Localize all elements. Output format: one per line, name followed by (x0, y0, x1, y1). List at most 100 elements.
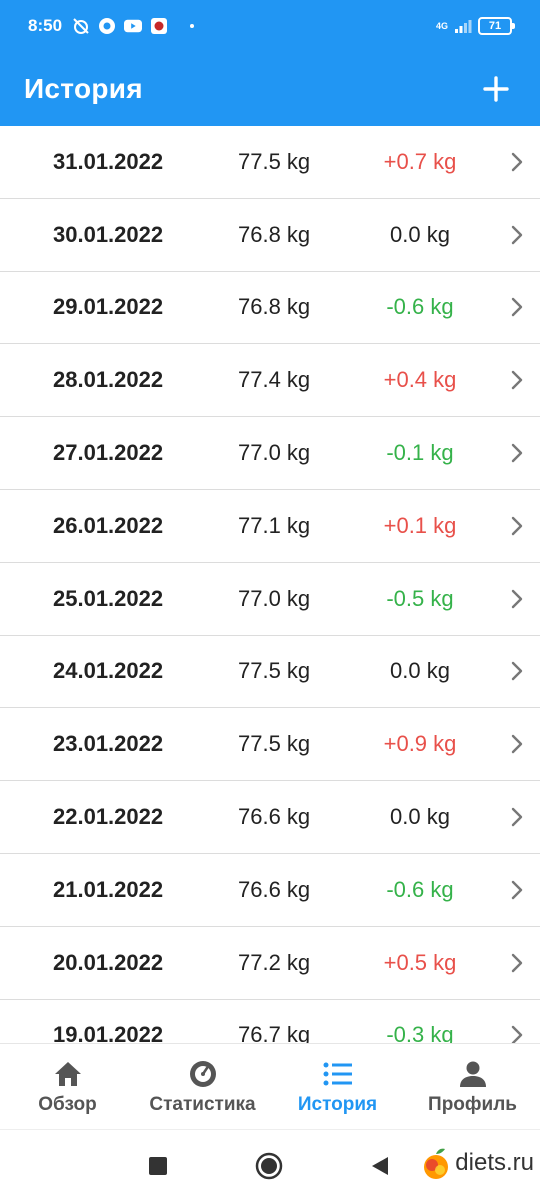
entry-weight: 77.2 kg (238, 949, 311, 975)
square-icon (149, 1157, 167, 1175)
home-icon (52, 1058, 84, 1090)
status-system-icons: 4G 71 (435, 17, 515, 35)
history-list[interactable]: 31.01.2022 77.5 kg +0.7 kg 30.01.2022 76.8 k… (0, 126, 540, 1043)
signal-icon (454, 17, 472, 35)
nav-profile[interactable]: Профиль (405, 1044, 540, 1129)
chevron-right-icon (511, 298, 523, 317)
status-time: 8:50 (28, 16, 63, 35)
home-button[interactable] (255, 1152, 283, 1180)
history-row[interactable]: 26.01.2022 77.1 kg +0.1 kg (0, 490, 540, 563)
plus-icon (483, 76, 509, 102)
add-entry-button[interactable] (476, 69, 516, 109)
entry-date: 31.01.2022 (53, 148, 164, 174)
entry-date: 30.01.2022 (53, 221, 164, 247)
history-row[interactable]: 30.01.2022 76.8 kg 0.0 kg (0, 199, 540, 272)
entry-change: -0.6 kg (386, 294, 454, 320)
chevron-right-icon (511, 589, 523, 608)
more-notifications-dot (190, 24, 195, 28)
entry-change: +0.4 kg (383, 367, 457, 393)
status-notification-icons (72, 17, 195, 35)
list-icon (322, 1058, 354, 1090)
entry-weight: 77.5 kg (238, 658, 311, 684)
chevron-right-icon (511, 152, 523, 172)
history-row[interactable]: 22.01.2022 76.6 kg 0.0 kg (0, 781, 540, 854)
entry-change: -0.5 kg (386, 585, 454, 611)
entry-weight: 76.8 kg (238, 294, 311, 320)
entry-date: 23.01.2022 (53, 731, 164, 757)
entry-change: +0.7 kg (383, 148, 457, 174)
chevron-right-icon (511, 880, 523, 900)
battery-indicator: 71 (478, 17, 515, 35)
entry-date: 25.01.2022 (53, 585, 164, 611)
top-header: 8:50 4G 71 История (0, 0, 540, 126)
history-row[interactable]: 27.01.2022 77.0 kg -0.1 kg (0, 417, 540, 490)
system-navigation-bar: diets.ru (0, 1129, 540, 1200)
entry-weight: 76.8 kg (238, 221, 311, 247)
history-row[interactable]: 19.01.2022 76.7 kg -0.3 kg (0, 1000, 540, 1043)
person-icon (457, 1058, 489, 1090)
entry-date: 24.01.2022 (53, 658, 164, 684)
recent-apps-button[interactable] (144, 1152, 172, 1180)
entry-date: 29.01.2022 (53, 294, 164, 320)
history-row[interactable]: 25.01.2022 77.0 kg -0.5 kg (0, 563, 540, 636)
nav-history-label: История (297, 1093, 378, 1115)
entry-weight: 77.4 kg (238, 367, 311, 393)
entry-change: -0.3 kg (386, 1022, 454, 1043)
history-row[interactable]: 28.01.2022 77.4 kg +0.4 kg (0, 344, 540, 418)
app-bar: История (0, 52, 540, 126)
entry-weight: 77.0 kg (238, 440, 311, 466)
chevron-right-icon (511, 807, 523, 827)
history-row[interactable]: 31.01.2022 77.5 kg +0.7 kg (0, 126, 540, 199)
chevron-right-icon (511, 1026, 523, 1043)
chevron-right-icon (511, 443, 523, 463)
status-bar: 8:50 4G 71 (0, 0, 540, 52)
chevron-right-icon (511, 735, 523, 754)
chevron-right-icon (511, 953, 523, 972)
history-row[interactable]: 24.01.2022 77.5 kg 0.0 kg (0, 636, 540, 709)
network-type: 4G (435, 20, 448, 31)
entry-date: 19.01.2022 (53, 1022, 164, 1043)
entry-date: 26.01.2022 (53, 512, 164, 538)
nav-statistics[interactable]: Статистика (135, 1044, 270, 1129)
entry-change: +0.5 kg (383, 949, 457, 975)
watermark: diets.ru (421, 1146, 534, 1180)
app-notification-icon (150, 17, 168, 35)
entry-weight: 77.5 kg (238, 148, 311, 174)
entry-weight: 76.6 kg (238, 804, 311, 830)
chevron-right-icon (511, 662, 523, 681)
alarm-off-icon (72, 17, 90, 35)
entry-weight: 77.1 kg (238, 512, 311, 538)
entry-date: 28.01.2022 (53, 367, 164, 393)
youtube-icon (124, 17, 143, 35)
nav-overview-label: Обзор (38, 1093, 97, 1115)
circle-icon (255, 1152, 283, 1180)
nav-profile-label: Профиль (428, 1093, 517, 1115)
page-title: История (24, 73, 143, 104)
entry-change: 0.0 kg (390, 658, 450, 684)
fruit-logo-icon (424, 1148, 449, 1179)
entry-weight: 77.5 kg (238, 731, 311, 757)
entry-date: 22.01.2022 (53, 804, 164, 830)
chevron-right-icon (511, 371, 523, 390)
entry-change: 0.0 kg (390, 221, 450, 247)
history-row[interactable]: 21.01.2022 76.6 kg -0.6 kg (0, 854, 540, 927)
chrome-icon (98, 17, 116, 35)
chevron-right-icon (511, 516, 523, 536)
entry-change: -0.1 kg (386, 440, 454, 466)
entry-weight: 76.6 kg (238, 876, 311, 902)
entry-date: 21.01.2022 (53, 876, 164, 902)
nav-history[interactable]: История (270, 1044, 405, 1129)
entry-change: -0.6 kg (386, 876, 454, 902)
entry-date: 27.01.2022 (53, 440, 164, 466)
entry-weight: 77.0 kg (238, 585, 311, 611)
history-row[interactable]: 29.01.2022 76.8 kg -0.6 kg (0, 272, 540, 345)
history-row[interactable]: 20.01.2022 77.2 kg +0.5 kg (0, 927, 540, 1000)
history-row[interactable]: 23.01.2022 77.5 kg +0.9 kg (0, 708, 540, 782)
nav-overview[interactable]: Обзор (0, 1044, 135, 1129)
chevron-right-icon (511, 225, 523, 244)
back-button[interactable] (366, 1152, 394, 1180)
bottom-navigation: Обзор Статистика История Профиль (0, 1043, 540, 1129)
entry-change: +0.1 kg (383, 512, 457, 538)
scale-icon (187, 1058, 219, 1090)
entry-change: +0.9 kg (383, 731, 457, 757)
